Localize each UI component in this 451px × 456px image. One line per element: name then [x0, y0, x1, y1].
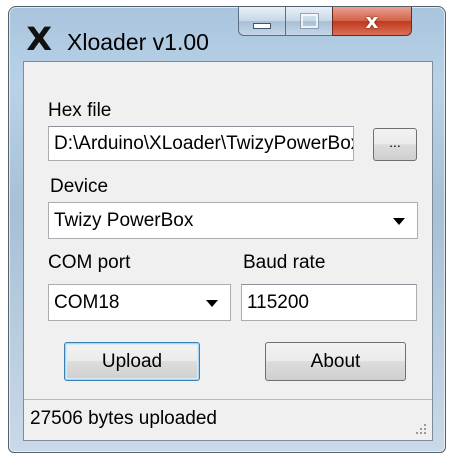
hex-file-label: Hex file — [48, 100, 112, 121]
baud-rate-label: Baud rate — [243, 252, 326, 273]
browse-button[interactable]: ... — [373, 128, 417, 161]
hex-file-input[interactable]: D:\Arduino\XLoader\TwizyPowerBox.hex — [48, 126, 354, 161]
close-button[interactable]: x — [332, 7, 412, 36]
window-title: Xloader v1.00 — [67, 29, 209, 55]
maximize-button[interactable] — [285, 7, 333, 36]
com-port-selected-value: COM18 — [54, 292, 120, 313]
close-icon: x — [365, 9, 379, 33]
maximize-icon — [299, 13, 319, 29]
resize-grip-icon[interactable] — [414, 422, 428, 436]
xloader-app-icon[interactable]: X — [26, 23, 55, 55]
device-label: Device — [50, 176, 109, 197]
about-button[interactable]: About — [265, 342, 406, 381]
window-frame: X Xloader v1.00 x Hex file D:\Arduino\XL… — [8, 6, 446, 453]
chevron-down-icon — [393, 218, 405, 225]
title-bar[interactable]: X Xloader v1.00 x — [9, 7, 445, 61]
baud-rate-input[interactable]: 115200 — [241, 284, 417, 321]
device-select[interactable]: Twizy PowerBox — [48, 202, 418, 239]
upload-button[interactable]: Upload — [64, 342, 200, 381]
device-selected-value: Twizy PowerBox — [54, 210, 194, 231]
client-area: Hex file D:\Arduino\XLoader\TwizyPowerBo… — [23, 61, 433, 441]
minimize-button[interactable] — [238, 7, 286, 36]
minimize-icon — [253, 23, 271, 29]
com-port-select[interactable]: COM18 — [48, 284, 231, 321]
chevron-down-icon — [206, 300, 218, 307]
com-port-label: COM port — [48, 252, 131, 273]
status-text: 27506 bytes uploaded — [30, 408, 217, 429]
status-bar: 27506 bytes uploaded — [24, 399, 432, 440]
